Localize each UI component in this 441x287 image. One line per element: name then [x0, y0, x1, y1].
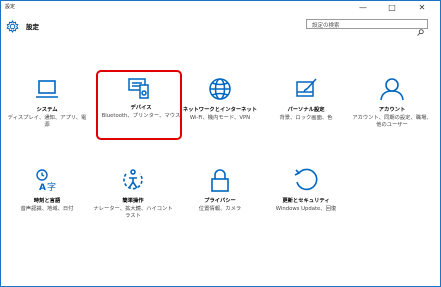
title-bar: 設定 — □ ✕ [1, 1, 440, 13]
page-title: 設定 [26, 23, 39, 31]
globe-icon [206, 77, 234, 101]
tile-network[interactable]: ネットワークとインターネット Wi-Fi、機内モード、VPN [177, 72, 263, 142]
tile-description: 背景、ロック画面、色 [279, 115, 333, 121]
tile-description: ディスプレイ、通知、アプリ、電源 [7, 115, 87, 128]
tile-system[interactable]: システム ディスプレイ、通知、アプリ、電源 [4, 72, 90, 142]
tile-description: Windows Update、回復 [275, 206, 337, 212]
tile-ease-of-access[interactable]: 簡単操作 ナレーター、拡大鏡、ハイコントラスト [90, 163, 176, 233]
tile-description: ナレーター、拡大鏡、ハイコントラスト [93, 206, 173, 219]
time-language-icon: A 字 [33, 168, 61, 193]
tile-name: 簡単操作 [122, 198, 144, 204]
svg-text:A: A [39, 183, 46, 192]
close-button[interactable]: ✕ [411, 1, 433, 13]
tile-description: アカウント、同期の設定、職場、他のユーザー [352, 115, 432, 128]
tile-name: ネットワークとインターネット [182, 107, 258, 113]
devices-icon [125, 76, 153, 100]
search-icon[interactable] [417, 21, 424, 36]
window-title: 設定 [5, 4, 16, 10]
settings-grid: システム ディスプレイ、通知、アプリ、電源 デバイス Bluetooth、プリン… [1, 37, 440, 286]
minimize-button[interactable]: — [352, 1, 374, 13]
tile-accounts[interactable]: アカウント アカウント、同期の設定、職場、他のユーザー [349, 72, 435, 142]
ease-of-access-icon [119, 168, 147, 192]
update-icon [292, 168, 320, 192]
laptop-icon [33, 77, 61, 101]
tile-description: 音声認識、地域、日付 [20, 206, 74, 212]
tile-description: Bluetooth、プリンター、マウス [101, 113, 181, 119]
tile-description: 位置情報、カメラ [198, 206, 242, 212]
tile-name: パーソナル設定 [287, 107, 325, 113]
search-placeholder: 設定の検索 [312, 23, 340, 29]
settings-header: 設定 設定の検索 [1, 13, 440, 37]
tile-name: プライバシー [204, 198, 236, 204]
svg-text:字: 字 [47, 181, 56, 192]
personalization-icon [292, 77, 320, 101]
gear-icon [6, 18, 19, 34]
tile-name: アカウント [378, 107, 406, 113]
tile-description: Wi-Fi、機内モード、VPN [189, 115, 251, 121]
tile-devices[interactable]: デバイス Bluetooth、プリンター、マウス [96, 70, 182, 140]
person-icon [378, 77, 406, 101]
settings-window: 設定 — □ ✕ 設定 設定の検索 システム ディスプレイ、通知、アプリ、電源 … [0, 0, 441, 287]
tile-update-security[interactable]: 更新とセキュリティ Windows Update、回復 [263, 163, 349, 233]
tile-personalization[interactable]: パーソナル設定 背景、ロック画面、色 [263, 72, 349, 142]
tile-name: 更新とセキュリティ [282, 198, 330, 204]
search-input[interactable]: 設定の検索 [306, 19, 428, 36]
lock-icon [206, 168, 234, 192]
tile-name: 時刻と言語 [33, 198, 61, 204]
tile-privacy[interactable]: プライバシー 位置情報、カメラ [177, 163, 263, 233]
maximize-button[interactable]: □ [381, 1, 403, 13]
tile-name: デバイス [130, 105, 152, 111]
tile-time-language[interactable]: A 字 時刻と言語 音声認識、地域、日付 [4, 163, 90, 233]
tile-name: システム [36, 107, 58, 113]
